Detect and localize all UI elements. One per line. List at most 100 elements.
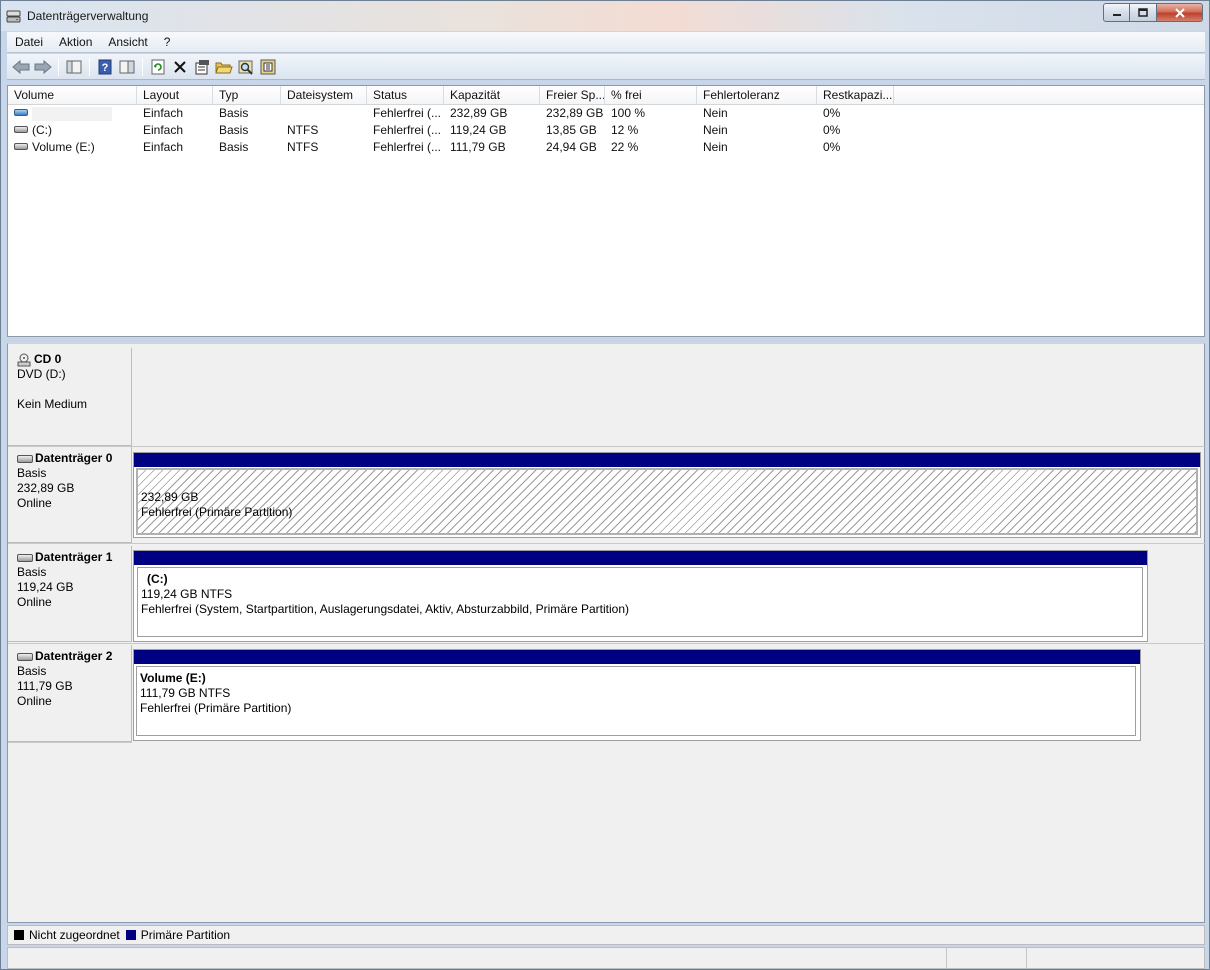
partition-area-disk1[interactable]: (C:) 119,24 GB NTFS Fehlerfrei (System, …: [137, 567, 1143, 637]
hard-disk-icon: [17, 553, 33, 562]
back-button[interactable]: [10, 57, 32, 77]
explore-button[interactable]: [235, 57, 257, 77]
row-divider: [8, 543, 1206, 544]
disk-name-text: Datenträger 1: [35, 550, 113, 564]
column-header-typ[interactable]: Typ: [213, 86, 281, 104]
toolbar: ?: [7, 54, 1205, 80]
open-folder-icon: [215, 62, 233, 73]
svg-text:?: ?: [102, 62, 109, 74]
legend-swatch-primary: [125, 930, 136, 940]
partition-status: Fehlerfrei (Primäre Partition): [141, 505, 293, 519]
column-header-volume[interactable]: Volume: [8, 86, 137, 104]
partition-bar: [134, 650, 1140, 664]
maximize-button[interactable]: [1130, 3, 1157, 22]
disk-name: CD 0: [17, 352, 131, 367]
status-cell: [946, 948, 947, 968]
volume-cell: (C:): [8, 122, 137, 139]
delete-button[interactable]: [169, 57, 191, 77]
menu-ansicht[interactable]: Ansicht: [100, 35, 155, 49]
disk-label-disk0[interactable]: Datenträger 0 Basis 232,89 GB Online: [8, 447, 132, 543]
column-header-fehlertoleranz[interactable]: Fehlertoleranz: [697, 86, 817, 104]
kapazitaet-cell: 119,24 GB: [450, 123, 507, 137]
fehlertoleranz-cell: Nein: [703, 123, 728, 137]
properties-button[interactable]: [191, 57, 213, 77]
console-view-button[interactable]: [116, 57, 138, 77]
disk-size: 111,79 GB: [17, 679, 73, 693]
volume-name: (C:): [32, 123, 52, 137]
partition-label: (C:): [147, 572, 168, 586]
row-divider: [8, 643, 1206, 644]
table-row[interactable]: (C:) Einfach Basis NTFS Fehlerfrei (... …: [8, 122, 1204, 139]
toolbar-separator: [58, 57, 59, 76]
volume-cell: [8, 105, 137, 122]
column-header-layout[interactable]: Layout: [137, 86, 213, 104]
disk-media-status: Kein Medium: [17, 397, 88, 411]
kapazitaet-cell: 232,89 GB: [450, 106, 508, 120]
column-header-prozent-frei[interactable]: % frei: [605, 86, 697, 104]
console-tree-icon: [66, 60, 82, 73]
volume-name: Volume (E:): [32, 140, 95, 154]
disk-label-disk1[interactable]: Datenträger 1 Basis 119,24 GB Online: [8, 546, 132, 642]
prozent-frei-cell: 22 %: [611, 140, 639, 154]
column-header-status[interactable]: Status: [367, 86, 444, 104]
disk-state: Online: [17, 694, 52, 708]
dateisystem-cell: NTFS: [287, 123, 319, 137]
disk-label-disk2[interactable]: Datenträger 2 Basis 111,79 GB Online: [8, 645, 132, 742]
settings-button[interactable]: [257, 57, 279, 77]
table-row[interactable]: Volume (E:) Einfach Basis NTFS Fehlerfre…: [8, 139, 1204, 156]
layout-cell: Einfach: [143, 123, 184, 137]
drive-icon: [14, 143, 28, 151]
typ-cell: Basis: [219, 106, 249, 120]
refresh-icon: [151, 59, 165, 74]
console-view-icon: [119, 60, 135, 73]
dateisystem-cell: [281, 105, 367, 122]
partition-label: Volume (E:): [140, 671, 206, 685]
maximize-icon: [1138, 8, 1148, 17]
console-tree-button[interactable]: [63, 57, 85, 77]
partition-area-disk2[interactable]: Volume (E:) 111,79 GB NTFS Fehlerfrei (P…: [136, 666, 1136, 736]
forward-button[interactable]: [32, 57, 54, 77]
legend: Nicht zugeordnet Primäre Partition: [7, 925, 1205, 945]
pane-splitter[interactable]: [7, 338, 1205, 342]
kapazitaet-cell: 111,79 GB: [450, 140, 506, 154]
status-cell: Fehlerfrei (...: [373, 140, 442, 154]
properties-icon: [195, 59, 209, 74]
settings-icon: [260, 59, 276, 74]
open-button[interactable]: [213, 57, 235, 77]
legend-label: Primäre Partition: [140, 928, 231, 942]
status-cell: Fehlerfrei (...: [373, 106, 442, 120]
help-button[interactable]: ?: [94, 57, 116, 77]
disk-label-cd0[interactable]: CD 0 DVD (D:) Kein Medium: [8, 348, 132, 446]
menu-aktion[interactable]: Aktion: [51, 35, 100, 49]
legend-item-unallocated: Nicht zugeordnet: [14, 928, 120, 942]
column-header-freier-speicher[interactable]: Freier Sp...: [540, 86, 605, 104]
menu-datei[interactable]: Datei: [7, 35, 51, 49]
disk-name-text: CD 0: [34, 352, 62, 366]
hard-disk-icon: [17, 454, 33, 463]
menu-bar: Datei Aktion Ansicht ?: [7, 32, 1205, 53]
disk-state: Online: [17, 595, 52, 609]
volume-list[interactable]: Volume Layout Typ Dateisystem Status Kap…: [7, 85, 1205, 337]
close-button[interactable]: [1157, 3, 1203, 22]
typ-cell: Basis: [219, 140, 249, 154]
prozent-frei-cell: 12 %: [611, 123, 639, 137]
refresh-button[interactable]: [147, 57, 169, 77]
disk-spacer: [17, 382, 131, 397]
disk-type: Basis: [17, 664, 47, 678]
freier-speicher-cell: 232,89 GB: [546, 106, 604, 120]
menu-help[interactable]: ?: [156, 35, 179, 49]
legend-swatch-unallocated: [14, 930, 24, 940]
volume-name: [32, 106, 112, 121]
column-header-dateisystem[interactable]: Dateisystem: [281, 86, 367, 104]
legend-item-primary: Primäre Partition: [125, 928, 231, 942]
column-header-kapazitaet[interactable]: Kapazität: [444, 86, 540, 104]
column-header-restkapazitaet[interactable]: Restkapazi...: [817, 86, 894, 104]
forward-arrow-icon: [34, 59, 52, 74]
table-row[interactable]: Einfach Basis Fehlerfrei (... 232,89 GB …: [8, 105, 1204, 122]
minimize-button[interactable]: [1103, 3, 1130, 22]
partition-area-disk0[interactable]: 232,89 GB Fehlerfrei (Primäre Partition): [136, 468, 1198, 535]
title-bar[interactable]: Datenträgerverwaltung: [1, 1, 1209, 31]
disk-name: Datenträger 2: [17, 649, 131, 664]
delete-icon: [174, 60, 186, 73]
partition-size: 111,79 GB NTFS: [140, 686, 231, 700]
